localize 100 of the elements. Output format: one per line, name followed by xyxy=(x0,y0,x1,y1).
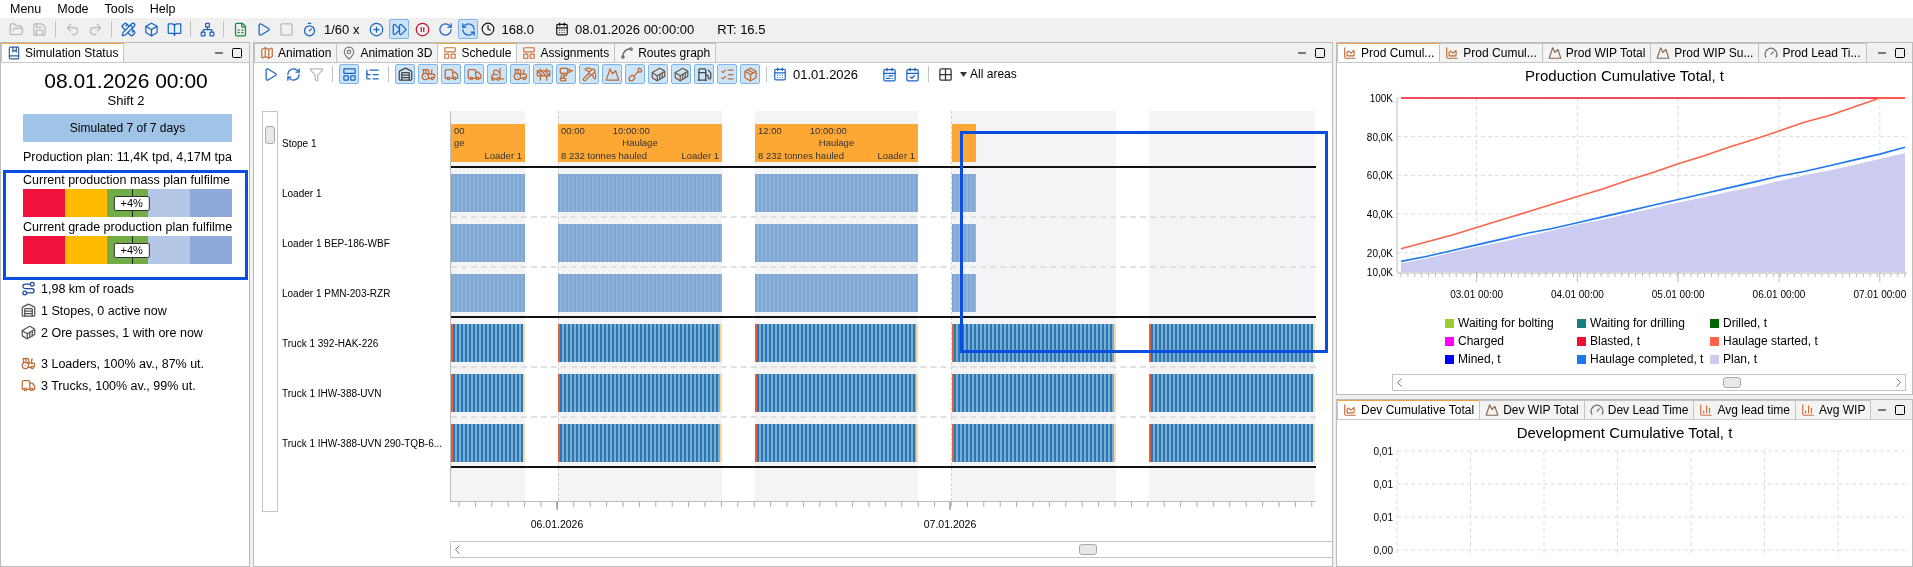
row-label: Loader 1 xyxy=(281,186,323,201)
maximize-icon[interactable] xyxy=(1894,403,1907,416)
network-icon[interactable] xyxy=(199,21,215,37)
panel-tab[interactable]: Assignments xyxy=(516,43,616,62)
route-icon xyxy=(21,281,36,296)
toggle-button[interactable] xyxy=(487,64,507,84)
gauge-segment xyxy=(23,189,65,217)
gauge-title: Current grade production plan fulfilme xyxy=(23,220,234,234)
panel-tab[interactable]: Prod WIP Total xyxy=(1541,43,1652,62)
schedule-icon xyxy=(522,46,537,60)
panel-tab[interactable]: Schedule xyxy=(437,43,518,62)
toggle-button[interactable] xyxy=(694,64,714,84)
menu-item[interactable]: Menu xyxy=(2,2,50,16)
clock-icon[interactable] xyxy=(481,22,496,36)
scrollbar[interactable] xyxy=(262,111,278,512)
toggle-button[interactable] xyxy=(740,64,760,84)
warehouse-icon xyxy=(21,303,36,318)
block-duration: 10:00:00 xyxy=(612,124,650,136)
toggle-button[interactable] xyxy=(625,64,645,84)
bar-chart-icon xyxy=(1699,403,1714,417)
tractor-icon xyxy=(420,66,436,82)
scroll-thumb[interactable] xyxy=(1723,377,1741,388)
panel-tab[interactable]: Animation xyxy=(254,43,338,62)
book-icon[interactable] xyxy=(166,21,182,37)
area-dropdown[interactable]: All areas xyxy=(958,67,1019,81)
legend-label: Waiting for drilling xyxy=(1590,316,1685,330)
panel-tab[interactable]: Avg WIP xyxy=(1795,400,1872,419)
mountain-icon xyxy=(604,66,620,82)
arrow-right-icon[interactable] xyxy=(1896,378,1901,387)
refresh-icon[interactable] xyxy=(437,21,453,37)
container-icon xyxy=(673,66,689,82)
toggle-button[interactable] xyxy=(556,64,576,84)
toolbar-readout: 168.0 xyxy=(501,21,534,37)
legend-label: Haulage completed, t xyxy=(1590,352,1704,366)
forklift-icon xyxy=(489,66,505,82)
spreadsheet-icon[interactable] xyxy=(232,21,248,37)
block-activity: Haulage xyxy=(818,137,855,149)
block-time: 00 xyxy=(454,124,465,136)
panel-tab[interactable]: Prod WIP Su... xyxy=(1650,43,1760,62)
axis-label: 100K xyxy=(1369,93,1393,104)
menu-item[interactable]: Mode xyxy=(49,2,97,16)
date-label: 07.01.2026 xyxy=(923,517,977,530)
arrow-left-icon[interactable] xyxy=(1397,378,1402,387)
panel-tab[interactable]: Prod Cumul... xyxy=(1337,43,1441,62)
toggle-button[interactable] xyxy=(418,64,438,84)
scrollbar[interactable] xyxy=(450,541,1332,558)
play-icon[interactable] xyxy=(255,21,271,37)
panel-tab[interactable]: Dev Cumulative Total xyxy=(1337,400,1481,419)
arrow-left-icon[interactable] xyxy=(455,545,460,554)
toolbar-label: 1/60 x xyxy=(324,21,360,37)
toggle-button[interactable] xyxy=(648,64,668,84)
scroll-thumb[interactable] xyxy=(265,126,275,144)
panel-tab[interactable]: Animation 3D xyxy=(336,43,439,62)
pause-icon[interactable] xyxy=(414,21,430,37)
legend-label: Mined, t xyxy=(1458,352,1501,366)
block-equipment: Loader 1 xyxy=(681,150,719,162)
ruler-icon[interactable] xyxy=(120,21,136,37)
caret-icon xyxy=(960,71,968,77)
gauge-segment xyxy=(23,236,65,264)
axis-label: 04.01 00:00 xyxy=(1551,289,1604,300)
toggle-button[interactable] xyxy=(458,19,479,39)
gauge-segment xyxy=(190,189,232,217)
legend-label: Blasted, t xyxy=(1590,334,1641,348)
panel-tab[interactable]: Dev WIP Total xyxy=(1479,400,1585,419)
menu-item[interactable]: Help xyxy=(141,2,184,16)
row-label: Loader 1 PMN-203-RZR xyxy=(281,286,392,301)
barrier-icon xyxy=(535,66,551,82)
maximize-icon[interactable] xyxy=(1894,46,1906,59)
toggle-button[interactable] xyxy=(671,64,691,84)
play-icon[interactable] xyxy=(262,66,278,82)
menu-item[interactable]: Tools xyxy=(96,2,142,16)
grid-icon[interactable] xyxy=(937,66,953,82)
toggle-button[interactable] xyxy=(395,64,415,84)
panel-tab[interactable]: Avg lead time xyxy=(1693,400,1796,419)
scrollbar[interactable] xyxy=(1392,374,1906,391)
panel-tab[interactable]: Simulation Status xyxy=(1,43,125,62)
calendar-icon[interactable] xyxy=(554,22,569,36)
panel-tab[interactable]: Prod Lead Ti... xyxy=(1758,43,1867,62)
toggle-button[interactable] xyxy=(441,64,461,84)
toolbar-readout: 08.01.2026 00:00:00 xyxy=(574,21,695,37)
panel-tab[interactable]: Routes graph xyxy=(614,43,717,62)
maximize-icon[interactable] xyxy=(231,46,243,59)
toggle-button[interactable] xyxy=(389,19,410,39)
toggle-button[interactable] xyxy=(717,64,737,84)
toggle-button[interactable] xyxy=(579,64,599,84)
maximize-icon[interactable] xyxy=(1314,46,1326,59)
truck-icon xyxy=(21,378,36,393)
toggle-button[interactable] xyxy=(533,64,553,84)
layout-icon xyxy=(341,66,357,82)
toolbar-label: RT: 16.5 xyxy=(717,21,766,37)
panel-tab[interactable]: Prod Cumul... xyxy=(1439,43,1543,62)
toggle-button[interactable] xyxy=(464,64,484,84)
refresh-icon[interactable] xyxy=(285,66,301,82)
toggle-button[interactable] xyxy=(602,64,622,84)
scroll-thumb[interactable] xyxy=(1079,544,1097,555)
toggle-button[interactable] xyxy=(339,64,359,84)
cube-icon[interactable] xyxy=(143,21,159,37)
gauge-segment xyxy=(148,189,191,217)
timer-icon[interactable] xyxy=(301,21,317,37)
toggle-button[interactable] xyxy=(510,64,530,84)
